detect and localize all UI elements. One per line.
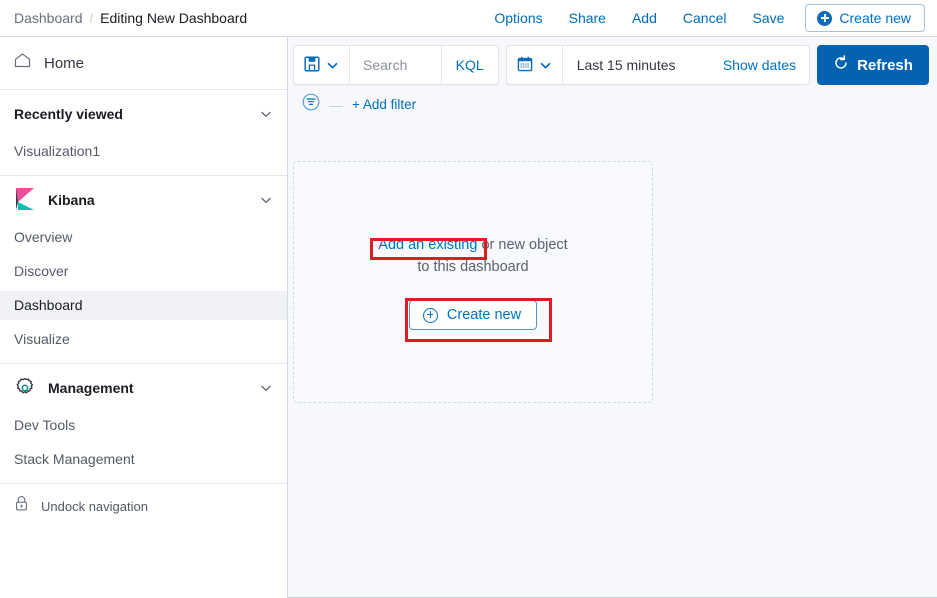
chevron-down-icon[interactable]: [259, 381, 273, 395]
spacer: [0, 474, 287, 483]
calendar-icon: [517, 56, 533, 75]
search-query-group: Search KQL: [293, 45, 499, 85]
spacer: [0, 166, 287, 175]
undock-navigation-label: Undock navigation: [41, 499, 148, 514]
main-content: Search KQL: [288, 37, 937, 598]
add-button[interactable]: Add: [619, 6, 670, 30]
sidebar: Home Recently viewed Visualization1 Kiba…: [0, 37, 288, 598]
create-new-button[interactable]: Create new: [805, 4, 925, 32]
empty-panel-create-new-label: Create new: [447, 307, 521, 323]
breadcrumb-root[interactable]: Dashboard: [14, 10, 83, 26]
kibana-logo-icon: [14, 188, 36, 211]
sidebar-item-visualization1[interactable]: Visualization1: [0, 137, 287, 166]
query-bar: Search KQL: [288, 37, 937, 87]
create-new-button-label: Create new: [839, 10, 911, 26]
search-input[interactable]: Search: [350, 46, 442, 84]
query-language-button[interactable]: KQL: [442, 46, 498, 84]
top-header: Dashboard / Editing New Dashboard Option…: [0, 0, 937, 37]
date-range-value[interactable]: Last 15 minutes: [563, 46, 710, 84]
sidebar-section-kibana[interactable]: Kibana: [0, 176, 287, 223]
options-button[interactable]: Options: [481, 6, 555, 30]
plus-circle-filled-icon: [817, 11, 832, 26]
chevron-down-icon: [326, 59, 339, 72]
sidebar-item-home[interactable]: Home: [0, 37, 287, 89]
saved-query-button[interactable]: [294, 46, 350, 84]
empty-panel-line-2: to this dashboard: [417, 256, 528, 278]
date-quick-select-button[interactable]: [507, 46, 563, 84]
empty-panel-create-new-button[interactable]: Create new: [409, 300, 537, 330]
refresh-button[interactable]: Refresh: [817, 45, 929, 85]
sidebar-item-visualize[interactable]: Visualize: [0, 325, 287, 354]
sidebar-section-management[interactable]: Management: [0, 364, 287, 411]
sidebar-item-stack-management[interactable]: Stack Management: [0, 445, 287, 474]
chevron-down-icon[interactable]: [259, 193, 273, 207]
save-disk-icon: [304, 56, 320, 75]
breadcrumb-separator: /: [90, 11, 94, 26]
cancel-button[interactable]: Cancel: [670, 6, 740, 30]
plus-circle-outline-icon: [423, 308, 438, 323]
empty-dashboard-panel: Add an existing or new object to this da…: [293, 161, 653, 403]
sidebar-section-recently-viewed[interactable]: Recently viewed: [0, 90, 287, 137]
filter-funnel-icon[interactable]: [302, 93, 320, 116]
share-button[interactable]: Share: [556, 6, 619, 30]
sidebar-item-home-label: Home: [44, 55, 84, 72]
breadcrumb: Dashboard / Editing New Dashboard: [14, 10, 247, 26]
add-an-existing-link[interactable]: Add an existing: [378, 237, 477, 253]
sidebar-item-dev-tools[interactable]: Dev Tools: [0, 411, 287, 440]
sidebar-empty-space: [0, 528, 287, 598]
sidebar-section-recently-viewed-label: Recently viewed: [14, 106, 123, 122]
date-picker-group: Last 15 minutes Show dates: [506, 45, 810, 85]
lock-icon: [14, 495, 29, 517]
filter-bar: — + Add filter: [288, 87, 937, 115]
filter-separator: —: [329, 97, 343, 113]
show-dates-button[interactable]: Show dates: [710, 46, 809, 84]
spacer: [0, 354, 287, 363]
undock-navigation-button[interactable]: Undock navigation: [0, 484, 287, 528]
breadcrumb-current: Editing New Dashboard: [100, 10, 247, 26]
home-icon: [14, 53, 31, 73]
gear-icon: [14, 377, 36, 399]
sidebar-item-discover[interactable]: Discover: [0, 257, 287, 286]
sidebar-section-kibana-label: Kibana: [48, 192, 95, 208]
sidebar-item-dashboard[interactable]: Dashboard: [0, 291, 287, 320]
sidebar-section-management-label: Management: [48, 380, 134, 396]
chevron-down-icon[interactable]: [259, 107, 273, 121]
header-actions: Options Share Add Cancel Save Create new: [481, 4, 925, 32]
refresh-icon: [833, 55, 849, 75]
sidebar-item-overview[interactable]: Overview: [0, 223, 287, 252]
add-filter-button[interactable]: + Add filter: [352, 97, 416, 112]
empty-panel-line-1: Add an existing or new object: [378, 234, 567, 256]
save-button[interactable]: Save: [739, 6, 797, 30]
chevron-down-icon: [539, 59, 552, 72]
empty-panel-line-1-rest: or new object: [477, 237, 567, 253]
refresh-button-label: Refresh: [857, 57, 913, 74]
